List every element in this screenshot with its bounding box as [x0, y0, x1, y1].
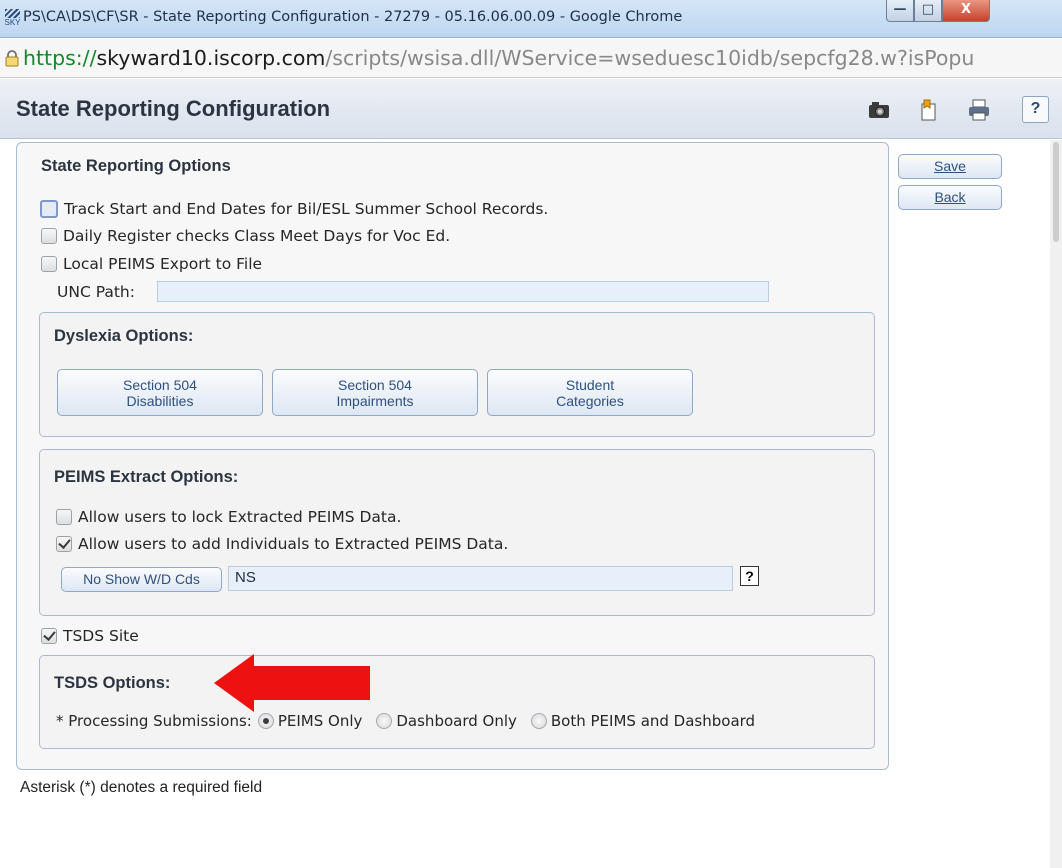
scrollbar-thumb[interactable] — [1053, 142, 1059, 242]
peims-extract-options-title: PEIMS Extract Options: — [54, 468, 239, 486]
bookmark-icon[interactable] — [916, 97, 942, 123]
both-peims-dashboard-label: Both PEIMS and Dashboard — [550, 712, 756, 730]
no-show-wd-cds-button[interactable]: No Show W/D Cds — [61, 567, 222, 592]
tsds-site-checkbox[interactable] — [41, 628, 57, 644]
url-path: /scripts/wsisa.dll/WService=wseduesc10id… — [325, 46, 975, 70]
dashboard-only-label: Dashboard Only — [396, 712, 517, 730]
no-show-wd-cds-input[interactable]: NS — [228, 566, 733, 591]
option-add-individuals[interactable]: Allow users to add Individuals to Extrac… — [56, 534, 508, 554]
tsds-options-title: TSDS Options: — [54, 674, 171, 692]
state-reporting-panel: State Reporting Options Track Start and … — [16, 142, 889, 770]
section-504-disabilities-button[interactable]: Section 504 Disabilities — [57, 369, 263, 416]
daily-register-checkbox[interactable] — [41, 228, 57, 244]
option-lock-peims[interactable]: Allow users to lock Extracted PEIMS Data… — [56, 507, 401, 527]
option-daily-register[interactable]: Daily Register checks Class Meet Days fo… — [41, 226, 450, 246]
dyslexia-options-title: Dyslexia Options: — [54, 327, 194, 345]
add-individuals-label: Allow users to add Individuals to Extrac… — [78, 535, 509, 553]
maximize-button[interactable]: □ — [914, 0, 942, 22]
required-field-note: Asterisk (*) denotes a required field — [20, 779, 263, 796]
option-local-export[interactable]: Local PEIMS Export to File — [41, 254, 262, 274]
add-individuals-checkbox[interactable] — [56, 536, 72, 552]
logo-text: SKY — [4, 18, 21, 27]
processing-submissions-row: * Processing Submissions: PEIMS Only Das… — [56, 711, 755, 731]
student-categories-button[interactable]: Student Categories — [487, 369, 693, 416]
button-line: Categories — [556, 392, 624, 409]
red-arrow-icon — [214, 654, 370, 712]
unc-path-label: UNC Path: — [57, 283, 135, 301]
skyward-logo-icon: SKY — [4, 8, 21, 30]
camera-icon[interactable] — [866, 97, 892, 123]
peims-extract-options-panel: PEIMS Extract Options: Allow users to lo… — [39, 449, 875, 616]
peims-only-label: PEIMS Only — [277, 712, 363, 730]
page-title: State Reporting Configuration — [16, 96, 331, 121]
state-reporting-title: State Reporting Options — [41, 157, 231, 175]
unc-path-input[interactable] — [157, 281, 769, 302]
tsds-site-label: TSDS Site — [63, 627, 139, 645]
local-export-label: Local PEIMS Export to File — [63, 255, 263, 273]
option-tsds-site[interactable]: TSDS Site — [41, 626, 139, 646]
close-button[interactable]: X — [942, 0, 990, 22]
save-button[interactable]: Save — [898, 154, 1002, 179]
button-line: Disabilities — [126, 392, 194, 409]
peims-only-radio[interactable] — [257, 713, 274, 729]
section-504-impairments-button[interactable]: Section 504 Impairments — [272, 369, 478, 416]
button-line: Student — [565, 376, 615, 393]
lock-icon — [5, 50, 19, 67]
option-track-dates[interactable]: Track Start and End Dates for Bil/ESL Su… — [40, 199, 549, 219]
url-text[interactable]: https://skyward10.iscorp.com/scripts/wsi… — [23, 46, 974, 70]
scrollbar[interactable] — [1050, 140, 1062, 868]
processing-submissions-label: * Processing Submissions: — [56, 712, 252, 730]
button-line: Impairments — [336, 392, 414, 409]
button-line: Section 504 — [123, 376, 197, 393]
daily-register-label: Daily Register checks Class Meet Days fo… — [63, 227, 451, 245]
lock-peims-checkbox[interactable] — [56, 509, 72, 525]
track-dates-label: Track Start and End Dates for Bil/ESL Su… — [64, 200, 549, 218]
both-peims-dashboard-radio[interactable] — [530, 713, 547, 729]
dashboard-only-radio[interactable] — [376, 713, 393, 729]
tsds-options-panel: TSDS Options: * Processing Submissions: … — [39, 655, 875, 749]
button-line: Section 504 — [338, 376, 412, 393]
track-dates-checkbox[interactable] — [40, 200, 58, 218]
window-title-bar: SKY PS\CA\DS\CF\SR - State Reporting Con… — [0, 0, 1062, 38]
url-domain: skyward10.iscorp.com — [96, 46, 326, 70]
help-icon[interactable]: ? — [740, 566, 759, 586]
url-scheme: https:// — [23, 46, 97, 70]
lock-peims-label: Allow users to lock Extracted PEIMS Data… — [78, 508, 402, 526]
page-header: State Reporting Configuration ? — [0, 79, 1062, 139]
print-icon[interactable] — [966, 97, 992, 123]
local-export-checkbox[interactable] — [41, 256, 57, 272]
help-button[interactable]: ? — [1022, 96, 1049, 123]
dyslexia-options-panel: Dyslexia Options: Section 504 Disabiliti… — [39, 312, 875, 437]
address-bar[interactable]: https://skyward10.iscorp.com/scripts/wsi… — [0, 39, 1062, 78]
back-button[interactable]: Back — [898, 185, 1002, 210]
window-title: PS\CA\DS\CF\SR - State Reporting Configu… — [23, 9, 683, 25]
minimize-button[interactable]: — — [886, 0, 914, 22]
